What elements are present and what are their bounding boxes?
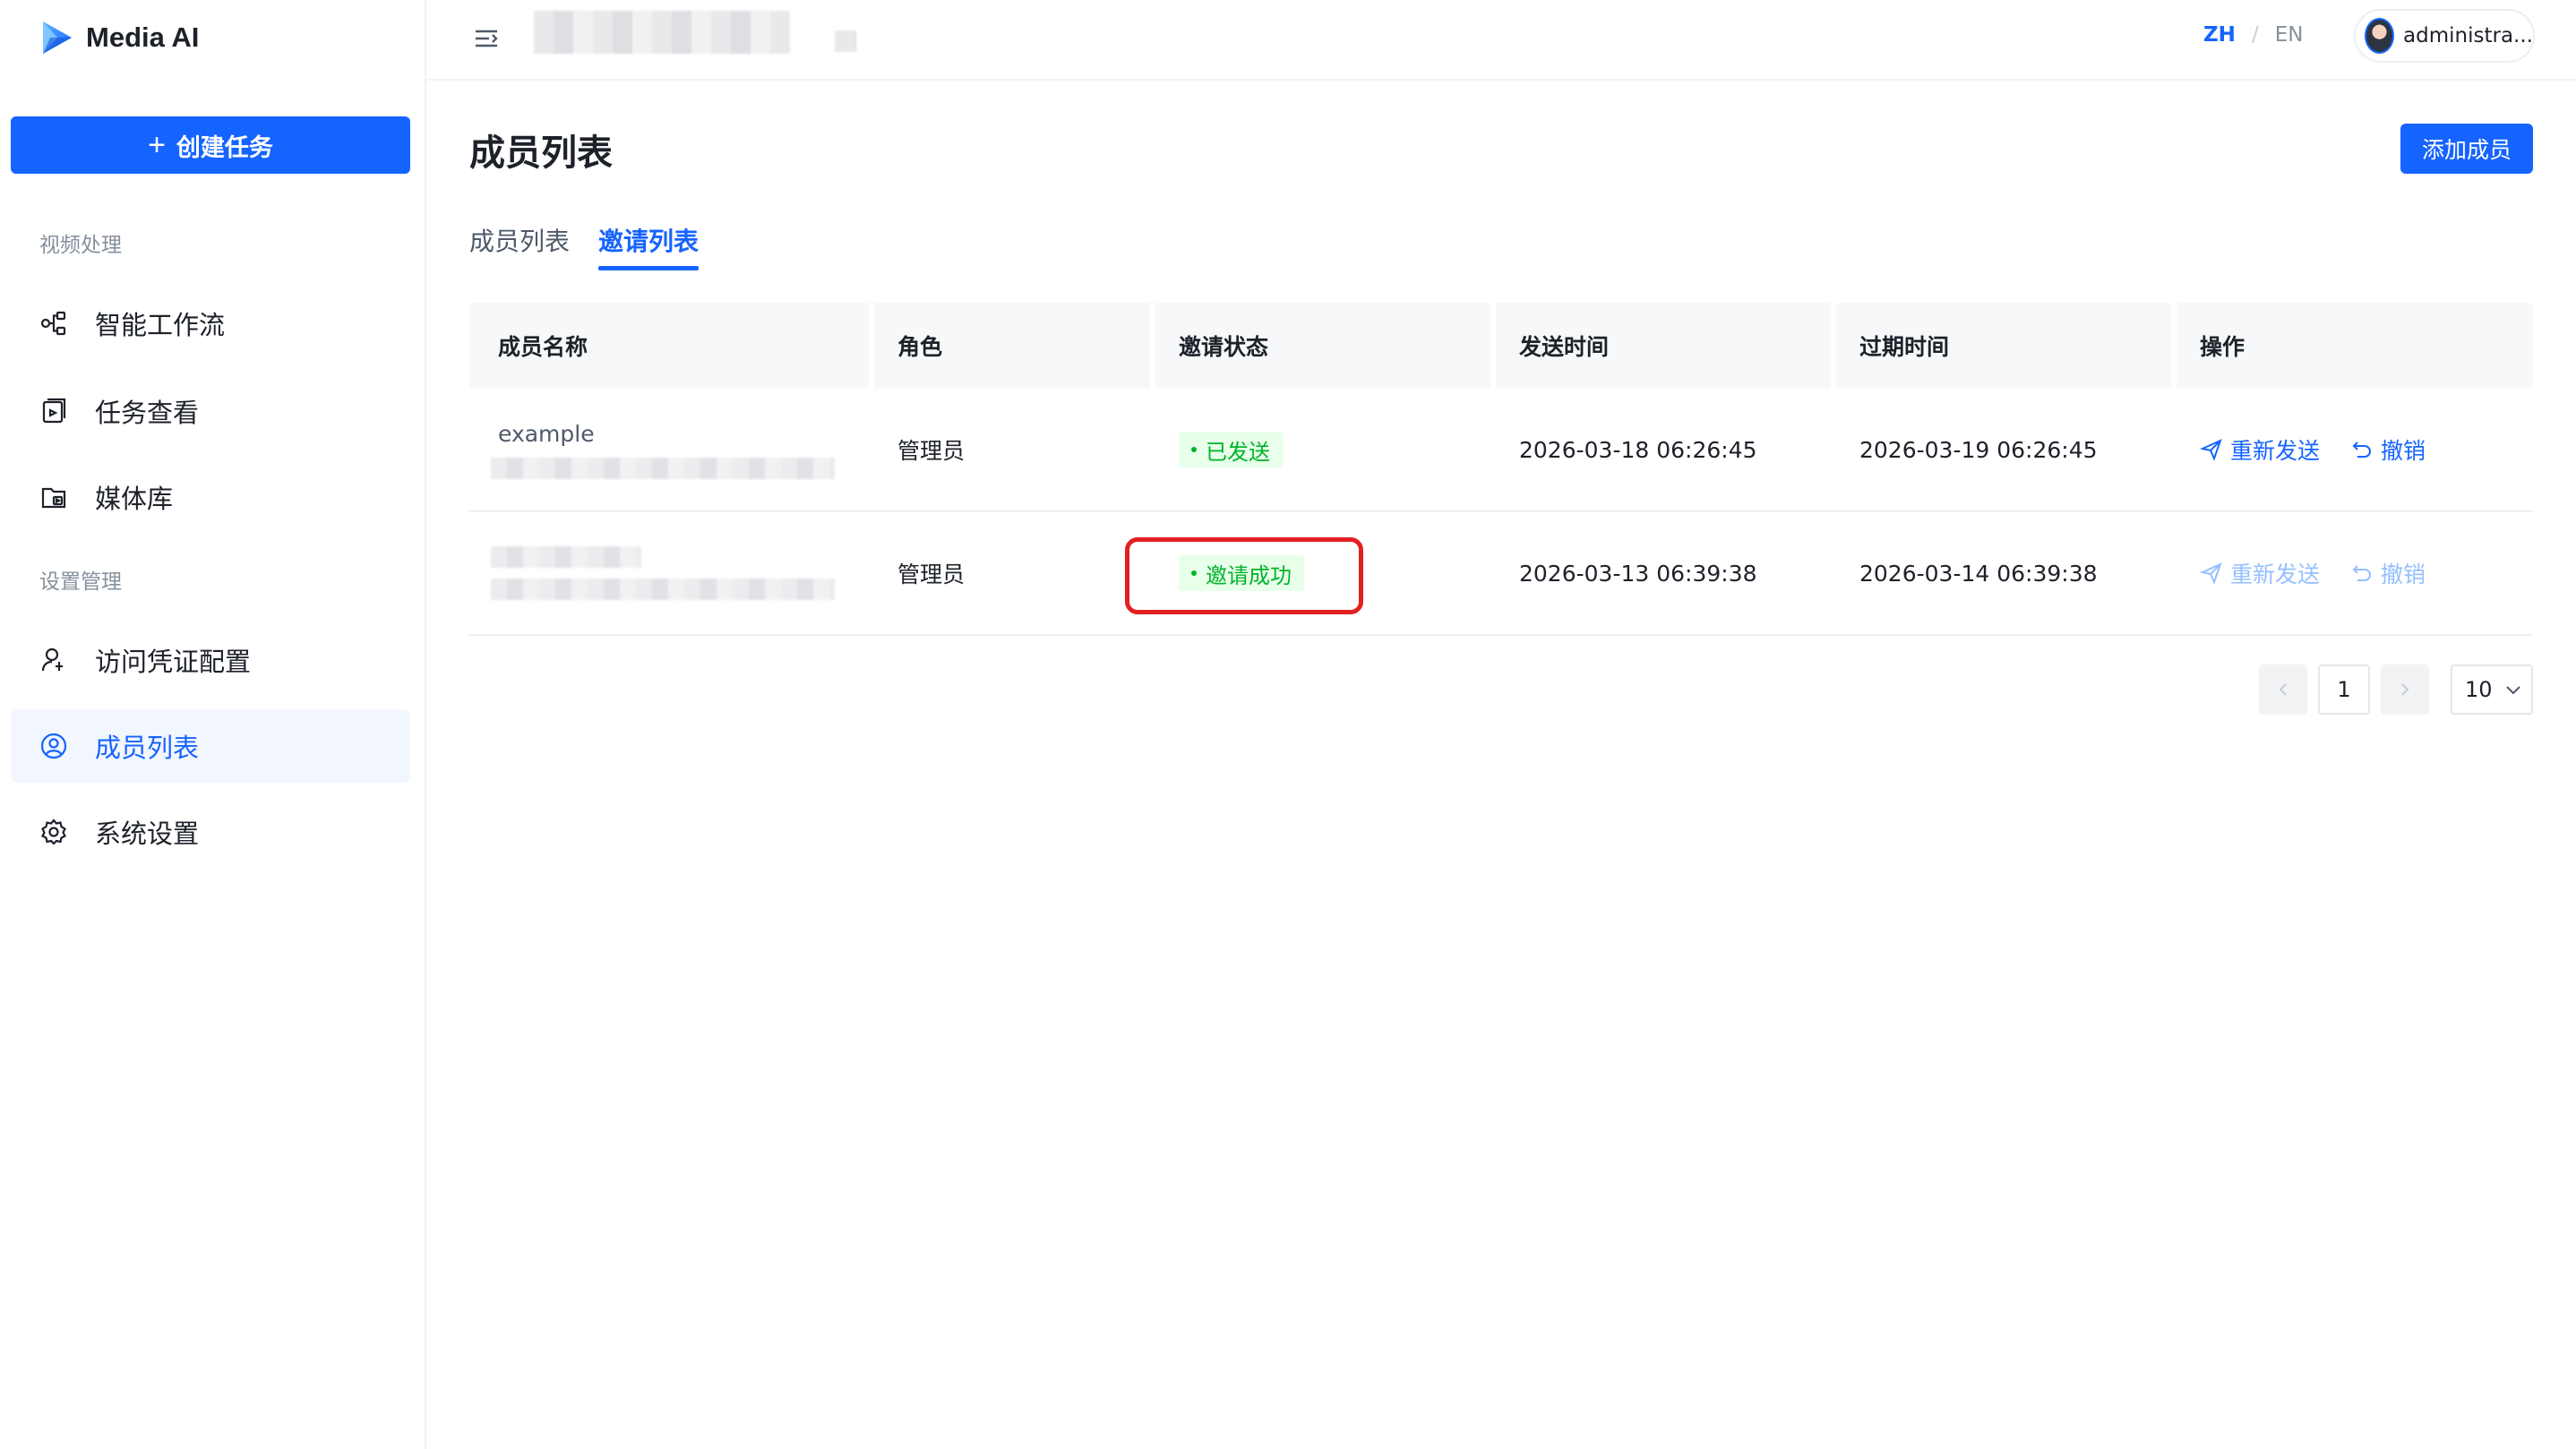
avatar — [2365, 18, 2395, 54]
status-badge: 已发送 — [1179, 432, 1283, 467]
revoke-label: 撤销 — [2381, 562, 2426, 587]
invitation-table: 成员名称 角色 邀请状态 发送时间 过期时间 操作 example 管理员 已发… — [469, 303, 2533, 636]
page-size-value: 10 — [2465, 677, 2493, 702]
user-circle-icon — [39, 732, 68, 760]
media-ai-logo-icon — [43, 21, 72, 54]
tab-invitations[interactable]: 邀请列表 — [598, 222, 700, 270]
table-header: 成员名称 角色 邀请状态 发送时间 过期时间 操作 — [469, 303, 2533, 389]
sidebar-item-media-library[interactable]: 媒体库 — [11, 460, 410, 534]
resend-link-disabled[interactable]: 重新发送 — [2200, 557, 2320, 589]
sent-time-cell: 2026-03-13 06:39:38 — [1519, 560, 1757, 587]
sidebar: Media AI + 创建任务 视频处理 智能工作流 任务查看 媒体库 设置管理… — [0, 0, 426, 1449]
lang-en[interactable]: EN — [2275, 23, 2304, 47]
chevron-right-icon — [2401, 683, 2409, 696]
language-switch: ZH / EN — [2203, 23, 2303, 47]
user-name: administra... — [2403, 24, 2533, 47]
tabs: 成员列表 邀请列表 — [469, 222, 700, 270]
status-cell: 已发送 — [1150, 389, 1490, 510]
sidebar-group-video: 视频处理 — [39, 234, 122, 257]
sidebar-item-label: 成员列表 — [95, 733, 200, 763]
redacted-name — [491, 546, 641, 568]
revoke-link[interactable]: 撤销 — [2350, 433, 2426, 466]
resend-link[interactable]: 重新发送 — [2200, 433, 2320, 466]
topbar: ZH / EN administra... — [426, 0, 2576, 81]
menu-fold-icon[interactable] — [471, 23, 502, 54]
table-row: example 管理员 已发送 2026-03-18 06:26:45 2026… — [469, 389, 2533, 512]
sidebar-item-system-settings[interactable]: 系统设置 — [11, 795, 410, 869]
send-icon — [2200, 439, 2222, 461]
column-header-role: 角色 — [869, 303, 1150, 389]
resend-label: 重新发送 — [2230, 562, 2321, 587]
sidebar-item-credentials[interactable]: 访问凭证配置 — [11, 623, 410, 697]
undo-icon — [2352, 565, 2372, 581]
app-name: Media AI — [86, 21, 200, 53]
revoke-label: 撤销 — [2381, 438, 2426, 464]
column-header-name: 成员名称 — [498, 334, 588, 360]
actions-cell: 重新发送 撤销 — [2171, 389, 2533, 510]
member-name: example — [498, 420, 595, 447]
page-size-select[interactable]: 10 — [2451, 664, 2533, 715]
user-key-icon — [39, 646, 68, 674]
chevron-left-icon — [2279, 683, 2287, 696]
member-name-cell — [469, 512, 869, 634]
expire-time-cell: 2026-03-19 06:26:45 — [1859, 436, 2098, 463]
redacted-email — [491, 457, 835, 479]
role-cell: 管理员 — [897, 562, 966, 587]
gear-icon — [39, 818, 68, 846]
sent-time-cell: 2026-03-18 06:26:45 — [1519, 436, 1757, 463]
create-task-button[interactable]: + 创建任务 — [11, 116, 410, 174]
column-header-actions: 操作 — [2171, 303, 2533, 389]
create-task-label: 创建任务 — [176, 133, 273, 161]
sidebar-item-label: 任务查看 — [95, 398, 200, 428]
sidebar-item-label: 访问凭证配置 — [95, 647, 252, 677]
column-header-sent-time: 发送时间 — [1490, 303, 1831, 389]
prev-page-button[interactable] — [2259, 664, 2307, 715]
sidebar-item-members[interactable]: 成员列表 — [11, 709, 410, 783]
next-page-button[interactable] — [2381, 664, 2429, 715]
status-highlight-box — [1125, 537, 1363, 614]
actions-cell: 重新发送 撤销 — [2171, 512, 2533, 634]
add-member-button[interactable]: 添加成员 — [2400, 124, 2533, 174]
pagination: 1 — [2259, 664, 2429, 715]
tab-members[interactable]: 成员列表 — [469, 222, 570, 270]
sidebar-item-label: 系统设置 — [95, 819, 200, 849]
redacted-email — [491, 579, 835, 600]
status-dot — [1191, 447, 1197, 452]
page-number[interactable]: 1 — [2318, 664, 2370, 715]
sidebar-item-workflow[interactable]: 智能工作流 — [11, 287, 410, 360]
brand[interactable]: Media AI — [38, 16, 199, 59]
plus-icon: + — [148, 128, 166, 162]
send-icon — [2200, 562, 2222, 585]
status-text: 已发送 — [1206, 439, 1270, 465]
media-library-icon — [39, 483, 68, 511]
undo-icon — [2352, 442, 2372, 458]
chevron-down-icon — [2505, 686, 2520, 695]
expire-time-cell: 2026-03-14 06:39:38 — [1859, 560, 2098, 587]
user-menu[interactable]: administra... — [2354, 9, 2535, 63]
resend-label: 重新发送 — [2230, 438, 2321, 464]
lang-separator: / — [2251, 23, 2259, 47]
member-name-cell: example — [469, 389, 869, 510]
column-header-status: 邀请状态 — [1150, 303, 1490, 389]
sidebar-item-label: 智能工作流 — [95, 310, 226, 340]
redacted-mark — [835, 30, 856, 52]
sidebar-item-label: 媒体库 — [95, 484, 174, 514]
revoke-link-disabled[interactable]: 撤销 — [2350, 557, 2426, 589]
table-row: 管理员 邀请成功 2026-03-13 06:39:38 2026-03-14 … — [469, 512, 2533, 636]
redacted-breadcrumb — [534, 11, 790, 54]
column-header-expire-time: 过期时间 — [1831, 303, 2171, 389]
page-title: 成员列表 — [469, 133, 613, 174]
lang-zh[interactable]: ZH — [2203, 23, 2236, 47]
workflow-icon — [39, 309, 68, 338]
task-list-icon — [39, 397, 68, 425]
sidebar-item-tasks[interactable]: 任务查看 — [11, 374, 410, 448]
sidebar-group-settings: 设置管理 — [39, 570, 122, 594]
role-cell: 管理员 — [897, 438, 966, 464]
